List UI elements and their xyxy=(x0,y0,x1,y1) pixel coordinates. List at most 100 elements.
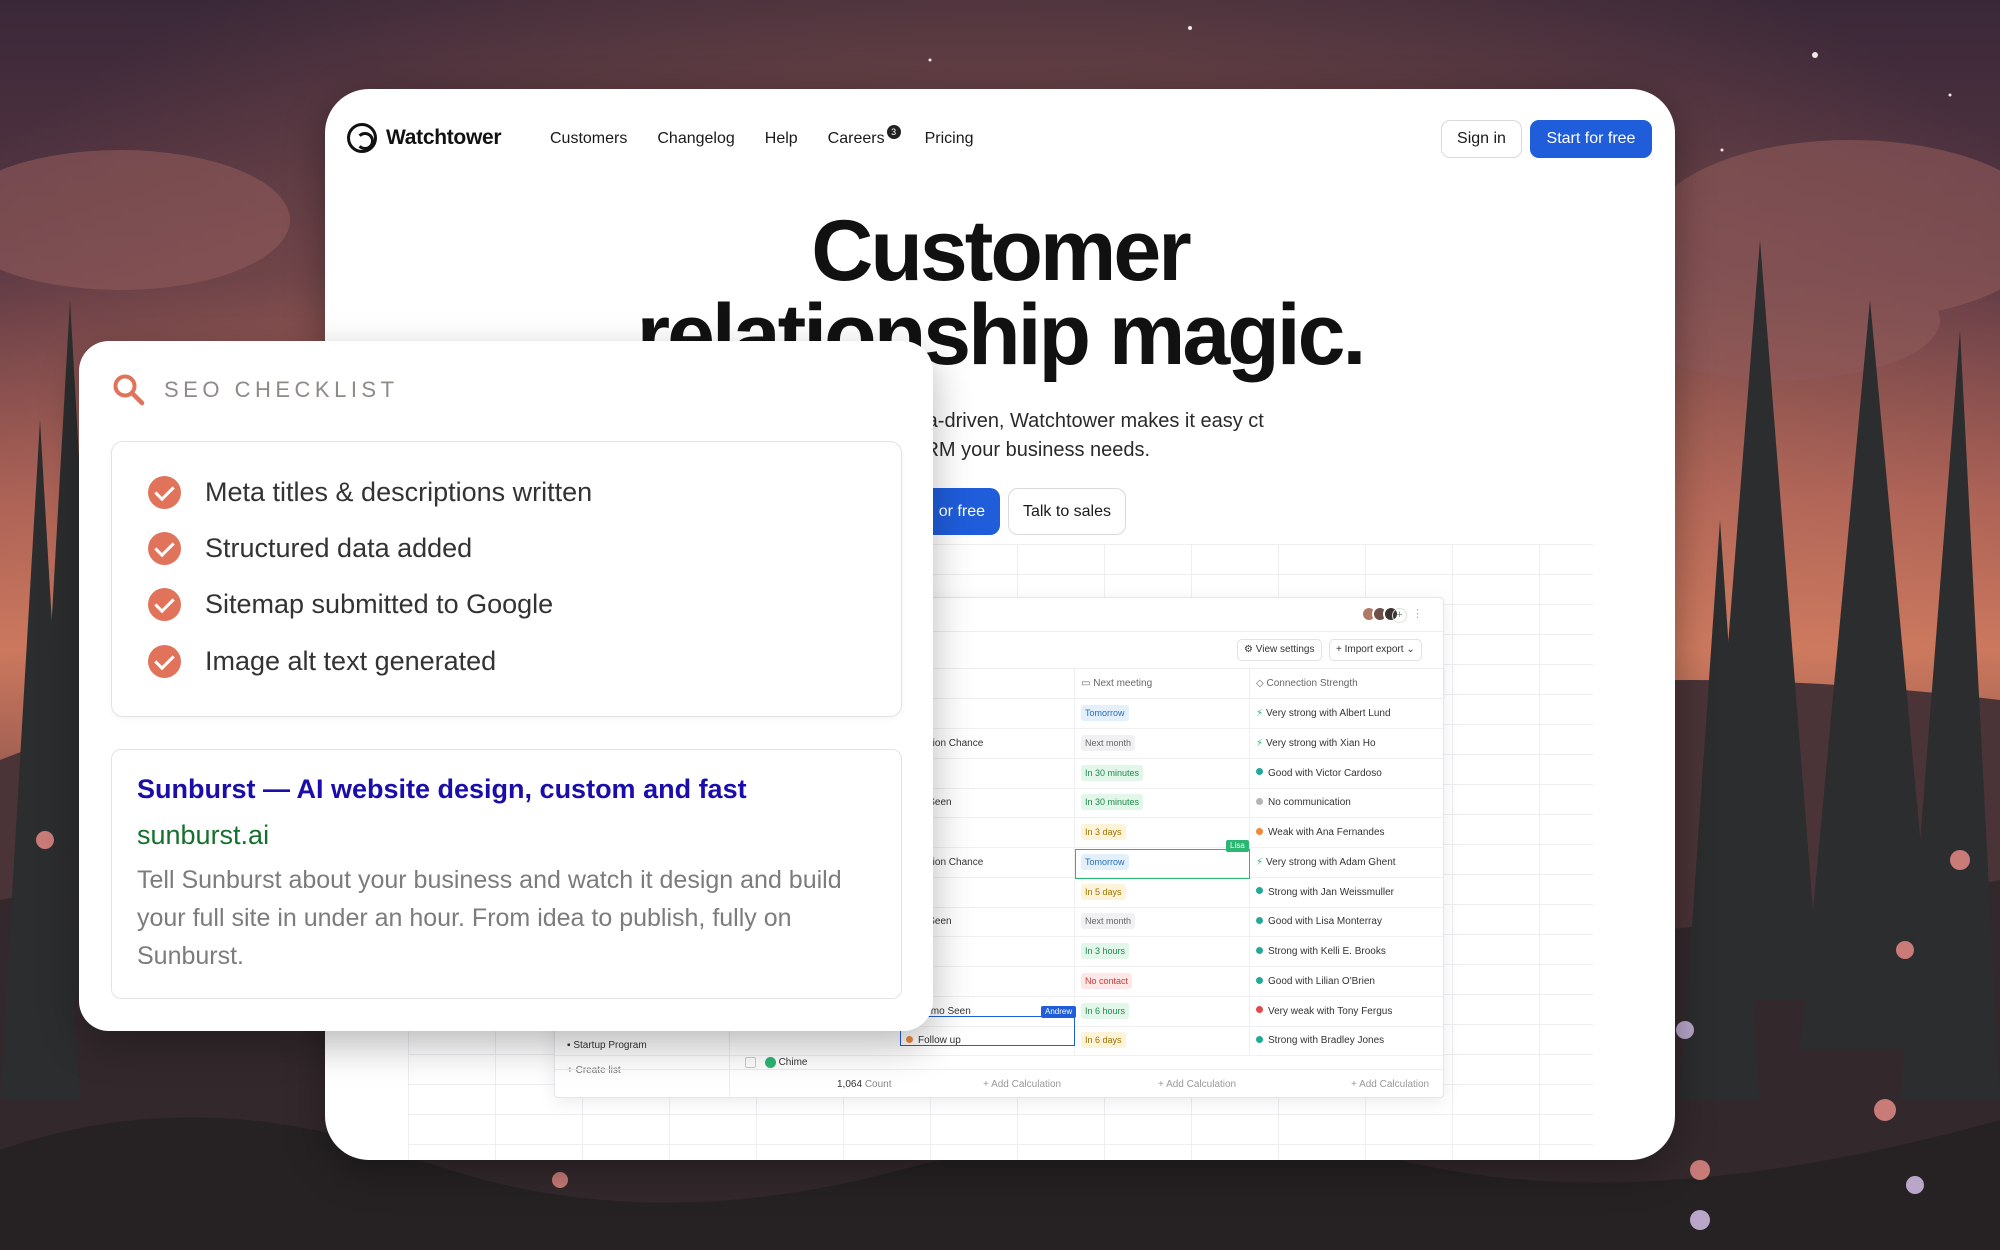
add-calculation-strength[interactable]: + Add Calculation xyxy=(1351,1079,1429,1090)
lightning-icon: ⚡ xyxy=(1256,856,1264,868)
record-count-label: Count xyxy=(864,1079,892,1090)
sidebar-item-startup-program[interactable]: ▪ Startup Program xyxy=(567,1040,647,1051)
check-circle-icon xyxy=(148,476,181,509)
nav-link-customers[interactable]: Customers xyxy=(550,130,627,148)
plus-icon: + xyxy=(1336,644,1342,655)
view-settings-label: View settings xyxy=(1255,644,1315,655)
meeting-pill: In 3 hours xyxy=(1081,943,1130,959)
add-calculation-label: Add Calculation xyxy=(1359,1079,1430,1090)
record-count: 1,064 Count xyxy=(837,1079,892,1090)
brand-logo[interactable]: Watchtower xyxy=(347,123,502,153)
cell-next-meeting[interactable]: Next month xyxy=(1075,728,1250,759)
start-for-free-button[interactable]: Start for free xyxy=(1530,120,1652,158)
import-export-button[interactable]: + Import export ⌄ xyxy=(1329,639,1422,661)
cell-next-meeting[interactable]: In 3 hours xyxy=(1075,937,1250,967)
calendar-icon: ▭ xyxy=(1081,678,1091,689)
cell-strength-text: Very strong with Xian Ho xyxy=(1266,737,1376,749)
nav-link-help[interactable]: Help xyxy=(765,130,798,148)
cell-next-meeting[interactable]: Next month xyxy=(1075,907,1250,938)
cell-connection-strength[interactable]: ⚡ Very strong with Xian Ho xyxy=(1250,729,1445,759)
brand-name: Watchtower xyxy=(386,126,502,149)
cell-next-meeting[interactable]: No contact xyxy=(1075,966,1250,997)
cell-connection-strength[interactable]: Good with Lisa Monterray xyxy=(1250,907,1445,937)
cell-next-meeting[interactable]: In 3 days xyxy=(1075,818,1250,848)
cell-connection-strength[interactable]: Strong with Jan Weissmuller xyxy=(1250,878,1445,908)
cell-connection-strength[interactable]: Weak with Ana Fernandes xyxy=(1250,818,1445,848)
strength-dot-icon xyxy=(1256,1036,1263,1044)
nav-links: Customers Changelog Help Careers 3 Prici… xyxy=(550,125,1003,148)
cursor-label-lisa: Lisa xyxy=(1226,840,1249,852)
cell-next-meeting[interactable]: Tomorrow xyxy=(1075,699,1250,729)
column-header-next-meeting[interactable]: ▭ Next meeting xyxy=(1075,669,1250,699)
lightning-icon: ⚡ xyxy=(1256,708,1264,719)
cell-strength-text: Strong with Kelli E. Brooks xyxy=(1268,946,1386,957)
calculation-row: 1,064 Count + Add Calculation + Add Calc… xyxy=(555,1069,1443,1099)
strength-dot-icon xyxy=(1256,976,1263,984)
nav-link-changelog[interactable]: Changelog xyxy=(657,130,734,148)
cell-strength-text: Weak with Ana Fernandes xyxy=(1268,827,1385,838)
search-icon xyxy=(113,374,145,406)
check-circle-icon xyxy=(148,532,181,565)
add-calculation-meeting[interactable]: + Add Calculation xyxy=(1158,1079,1236,1090)
more-options-icon[interactable]: ⋮ xyxy=(1412,607,1423,620)
checklist-item-label: Image alt text generated xyxy=(205,646,497,676)
record-count-value: 1,064 xyxy=(837,1079,863,1090)
search-result-title[interactable]: Sunburst — AI website design, custom and… xyxy=(137,774,747,805)
add-calculation-label: Add Calculation xyxy=(991,1079,1062,1090)
seo-checklist-title: SEO CHECKLIST xyxy=(164,377,399,402)
gear-icon: ⚙ xyxy=(1244,644,1253,655)
cell-connection-strength[interactable]: Strong with Kelli E. Brooks xyxy=(1250,937,1445,967)
checklist-item-label: Meta titles & descriptions written xyxy=(205,477,593,507)
watchtower-logo-icon xyxy=(347,123,377,153)
cell-next-meeting[interactable]: In 5 days xyxy=(1075,877,1250,908)
sign-in-button[interactable]: Sign in xyxy=(1441,120,1522,158)
strength-dot-icon xyxy=(1256,946,1263,954)
cell-connection-strength[interactable]: No communication xyxy=(1250,788,1445,818)
strength-dot-icon xyxy=(1256,917,1263,925)
meeting-pill: In 6 days xyxy=(1081,1032,1126,1049)
talk-to-sales-button[interactable]: Talk to sales xyxy=(1008,488,1126,535)
row-checkbox[interactable] xyxy=(745,1056,756,1068)
meeting-pill: In 5 days xyxy=(1081,883,1126,900)
cell-connection-strength[interactable]: ⚡ Very strong with Adam Ghent xyxy=(1250,848,1445,878)
briefcase-icon: ▪ xyxy=(567,1040,571,1051)
top-nav: Watchtower Customers Changelog Help Care… xyxy=(325,89,1675,189)
add-calculation-label: Add Calculation xyxy=(1166,1079,1237,1090)
strength-dot-icon xyxy=(1256,827,1263,835)
add-calculation-stage[interactable]: + Add Calculation xyxy=(983,1079,1061,1090)
view-settings-button[interactable]: ⚙ View settings xyxy=(1237,639,1322,661)
add-collaborator-icon[interactable]: + xyxy=(1392,608,1407,623)
column-header-label: Connection Strength xyxy=(1266,678,1358,689)
nav-link-careers-label: Careers xyxy=(827,130,885,147)
cell-connection-strength[interactable]: ⚡ Very strong with Albert Lund xyxy=(1250,699,1445,729)
cell-strength-text: Good with Lisa Monterray xyxy=(1268,916,1382,928)
cell-next-meeting[interactable]: In 6 hours xyxy=(1075,996,1250,1027)
search-result-url[interactable]: sunburst.ai xyxy=(137,820,269,851)
cell-strength-text: Strong with Bradley Jones xyxy=(1268,1035,1385,1047)
cell-next-meeting[interactable]: In 30 minutes xyxy=(1075,758,1250,789)
import-export-label: Import export xyxy=(1344,644,1404,655)
seo-header: SEO CHECKLIST xyxy=(112,373,399,407)
cell-connection-strength[interactable]: Good with Victor Cardoso xyxy=(1250,759,1445,789)
strength-dot-icon xyxy=(1256,887,1263,895)
cell-connection-strength[interactable]: Very weak with Tony Fergus xyxy=(1250,997,1445,1027)
nav-link-careers[interactable]: Careers 3 xyxy=(827,125,901,148)
meeting-pill: In 3 days xyxy=(1081,824,1126,840)
meeting-pill: In 30 minutes xyxy=(1081,794,1144,811)
check-circle-icon xyxy=(148,588,181,621)
cell-next-meeting[interactable]: In 30 minutes xyxy=(1075,788,1250,819)
strength-dot-icon xyxy=(1256,798,1263,806)
cell-connection-strength[interactable]: Strong with Bradley Jones xyxy=(1250,1026,1445,1056)
nav-link-pricing[interactable]: Pricing xyxy=(925,130,974,148)
checklist-item: Structured data added xyxy=(148,532,472,565)
company-name: Chime xyxy=(778,1057,808,1068)
meeting-pill: In 6 hours xyxy=(1081,1002,1130,1019)
cell-strength-text: Good with Victor Cardoso xyxy=(1268,767,1382,779)
column-header-connection-strength[interactable]: ◇ Connection Strength xyxy=(1250,669,1445,699)
lightning-icon: ⚡ xyxy=(1256,737,1264,749)
cell-strength-text: No communication xyxy=(1268,797,1351,809)
search-result-preview: Sunburst — AI website design, custom and… xyxy=(111,749,902,999)
meeting-pill: Next month xyxy=(1081,913,1136,930)
cell-next-meeting[interactable]: In 6 days xyxy=(1075,1026,1250,1057)
cell-connection-strength[interactable]: Good with Lilian O'Brien xyxy=(1250,967,1445,997)
